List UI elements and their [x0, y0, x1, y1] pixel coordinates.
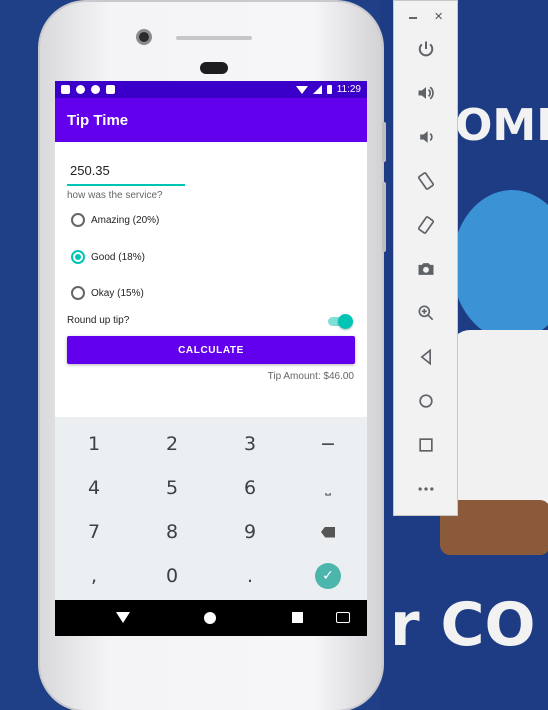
close-icon[interactable]: ✕	[434, 10, 443, 23]
more-icon[interactable]	[410, 475, 442, 503]
service-question-label: how was the service?	[67, 190, 163, 201]
key-4[interactable]: 4	[55, 466, 133, 510]
radio-label-amazing: Amazing (20%)	[91, 214, 160, 226]
key-9[interactable]: 9	[211, 510, 289, 554]
key-backspace[interactable]	[289, 510, 367, 554]
rotate-right-icon[interactable]	[410, 211, 442, 239]
radio-label-okay: Okay (15%)	[91, 287, 144, 299]
phone-screen: 11:29 Tip Time how was the service? Amaz…	[55, 81, 367, 636]
tip-form: how was the service? Amazing (20%) Good …	[55, 142, 367, 417]
wallpaper-shirt	[450, 330, 548, 510]
zoom-icon[interactable]	[410, 299, 442, 327]
battery-icon	[326, 85, 332, 94]
signal-icon	[312, 85, 322, 94]
app-bar: Tip Time	[55, 98, 367, 142]
wallpaper-text-bottom: r CO	[390, 590, 536, 660]
notification-a-icon	[61, 85, 70, 94]
radio-button[interactable]	[71, 286, 85, 300]
volume-down-icon[interactable]	[410, 123, 442, 151]
emulator-toolbar: ✕	[393, 0, 458, 516]
earpiece	[176, 36, 252, 40]
radio-good[interactable]: Good (18%)	[71, 250, 145, 264]
volume-side-button	[382, 182, 386, 252]
key-7[interactable]: 7	[55, 510, 133, 554]
round-up-label: Round up tip?	[67, 315, 130, 326]
numeric-keyboard: 1 2 3 − 4 5 6 ⎵ 7 8 9 , 0 . ✓	[55, 417, 367, 600]
app-title: Tip Time	[67, 111, 129, 129]
key-5[interactable]: 5	[133, 466, 211, 510]
camera-icon[interactable]	[410, 255, 442, 283]
key-1[interactable]: 1	[55, 422, 133, 466]
wifi-icon	[295, 85, 308, 94]
wallpaper-character	[452, 190, 548, 340]
check-icon: ✓	[315, 563, 341, 589]
power-icon[interactable]	[410, 35, 442, 63]
radio-button-selected[interactable]	[71, 250, 85, 264]
key-0[interactable]: 0	[133, 554, 211, 598]
radio-label-good: Good (18%)	[91, 251, 145, 263]
switch-knob	[338, 314, 353, 329]
front-camera	[136, 29, 152, 45]
home-icon[interactable]	[410, 387, 442, 415]
round-up-switch[interactable]	[328, 314, 353, 329]
radio-amazing[interactable]: Amazing (20%)	[71, 213, 159, 227]
notification-sd-icon	[106, 85, 115, 94]
status-time: 11:29	[336, 84, 361, 95]
key-space[interactable]: ⎵	[289, 466, 367, 510]
notification-circle-icon	[91, 85, 100, 94]
speaker-slot	[200, 62, 228, 74]
radio-button[interactable]	[71, 213, 85, 227]
rotate-left-icon[interactable]	[410, 167, 442, 195]
backspace-icon	[321, 526, 335, 538]
back-icon[interactable]	[410, 343, 442, 371]
key-8[interactable]: 8	[133, 510, 211, 554]
cost-input[interactable]	[70, 163, 182, 178]
power-side-button	[382, 122, 386, 162]
nav-recents-icon[interactable]	[292, 612, 303, 623]
nav-back-icon[interactable]	[116, 612, 130, 623]
calculate-button[interactable]: CALCULATE	[67, 336, 355, 364]
notification-shield-icon	[76, 85, 85, 94]
tip-amount-result: Tip Amount: $46.00	[267, 371, 354, 382]
nav-keyboard-icon[interactable]	[336, 612, 350, 623]
android-nav-bar	[55, 600, 367, 636]
status-bar: 11:29	[55, 81, 367, 98]
radio-okay[interactable]: Okay (15%)	[71, 286, 144, 300]
key-done[interactable]: ✓	[289, 554, 367, 598]
nav-home-icon[interactable]	[204, 612, 216, 624]
key-6[interactable]: 6	[211, 466, 289, 510]
key-comma[interactable]: ,	[55, 554, 133, 598]
volume-up-icon[interactable]	[410, 79, 442, 107]
minimize-icon[interactable]	[409, 17, 417, 19]
cost-of-service-field	[67, 162, 185, 186]
key-2[interactable]: 2	[133, 422, 211, 466]
overview-icon[interactable]	[410, 431, 442, 459]
key-minus[interactable]: −	[289, 422, 367, 466]
key-3[interactable]: 3	[211, 422, 289, 466]
key-period[interactable]: .	[211, 554, 289, 598]
wallpaper-text-top: OME	[455, 100, 548, 151]
